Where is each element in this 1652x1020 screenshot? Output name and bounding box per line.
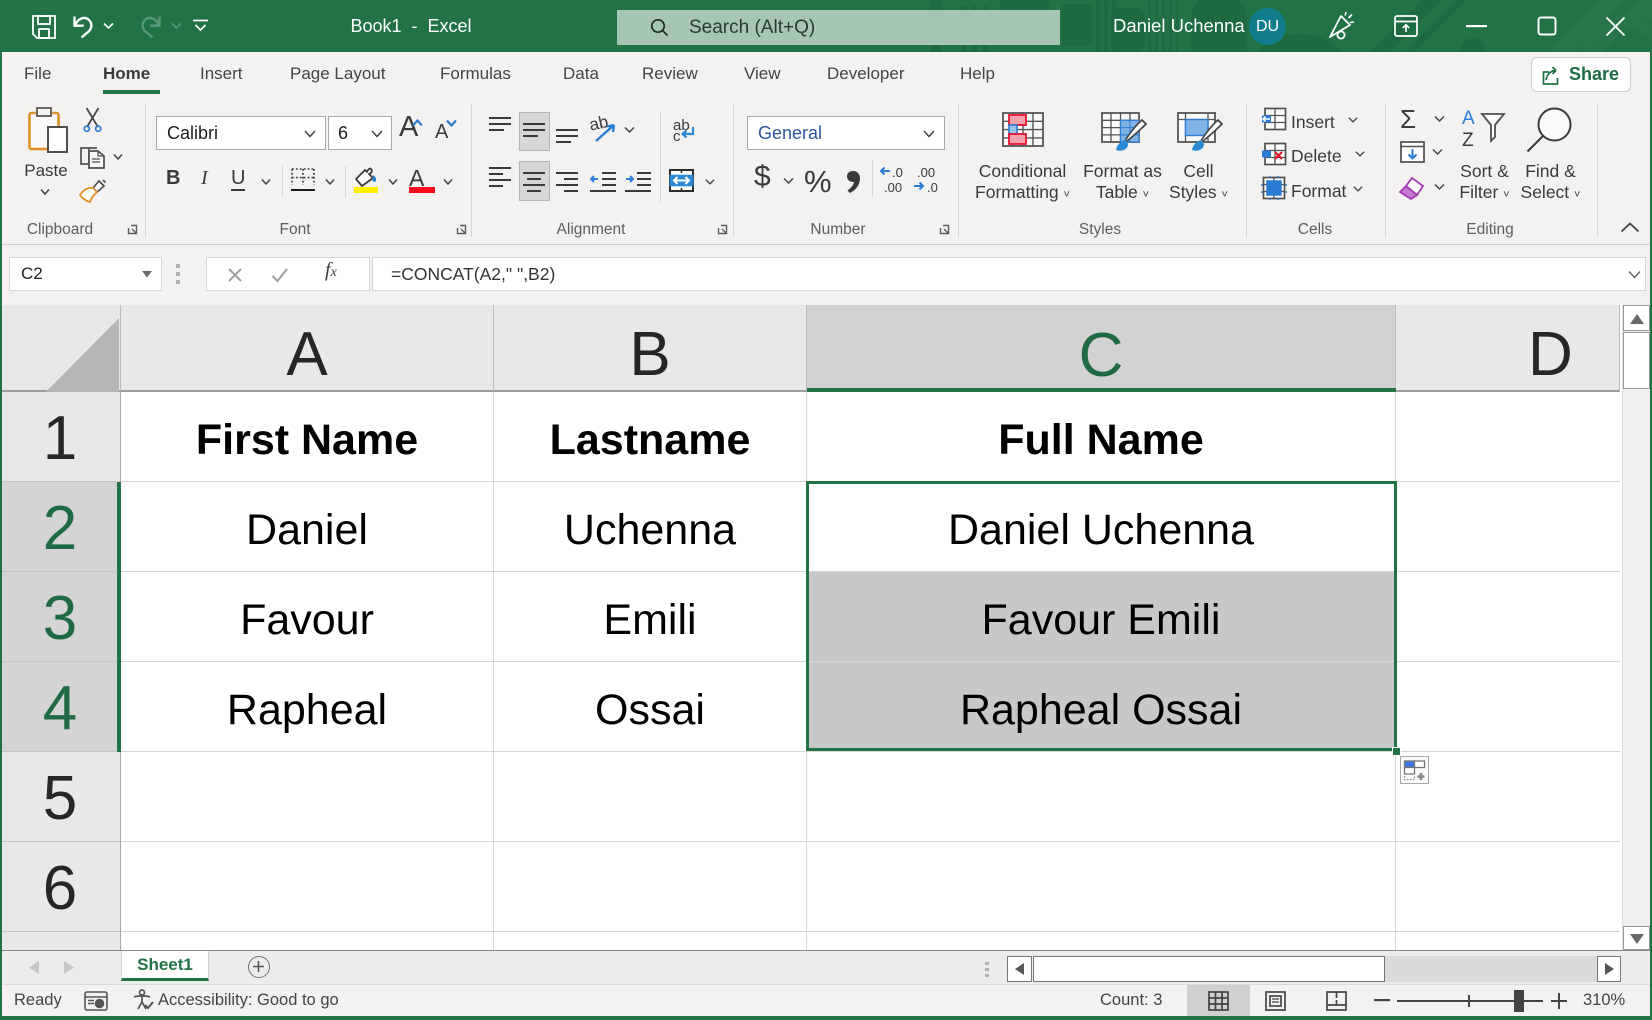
svg-text:Z: Z [1462, 130, 1474, 151]
svg-text:c: c [673, 128, 681, 143]
svg-text:A: A [1462, 108, 1475, 129]
svg-text:.00: .00 [917, 165, 935, 180]
svg-text:.0: .0 [927, 180, 938, 194]
svg-text:.00: .00 [884, 180, 902, 194]
svg-text:.0: .0 [892, 165, 903, 180]
